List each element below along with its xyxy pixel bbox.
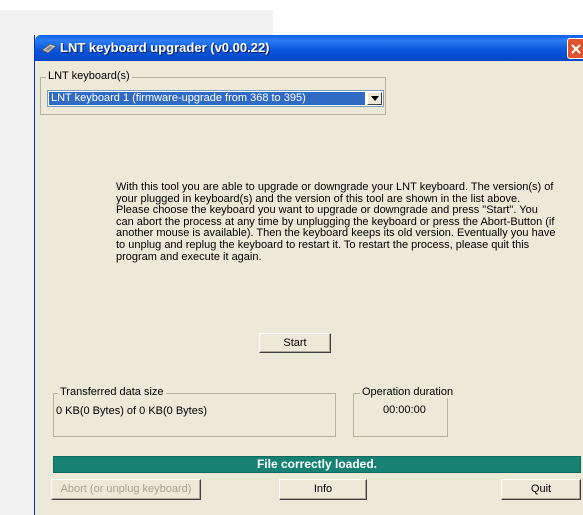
keyboard-app-icon bbox=[41, 41, 57, 55]
close-icon bbox=[571, 44, 581, 54]
status-bar: File correctly loaded. bbox=[53, 456, 581, 473]
transfer-value: 0 KB(0 Bytes) of 0 KB(0 Bytes) bbox=[56, 405, 208, 417]
start-button[interactable]: Start bbox=[259, 333, 331, 353]
transfer-group-label: Transferred data size bbox=[58, 386, 166, 398]
title-bar[interactable]: LNT keyboard upgrader (v0.00.22) bbox=[35, 35, 583, 61]
info-button[interactable]: Info bbox=[279, 479, 367, 500]
keyboards-group-label: LNT keyboard(s) bbox=[46, 70, 132, 82]
upgrader-window: LNT keyboard upgrader (v0.00.22) LNT key… bbox=[34, 35, 583, 515]
keyboard-select-value: LNT keyboard 1 (firmware-upgrade from 36… bbox=[49, 92, 365, 105]
dropdown-button[interactable] bbox=[367, 92, 382, 105]
description-text: With this tool you are able to upgrade o… bbox=[116, 181, 556, 263]
quit-button[interactable]: Quit bbox=[501, 479, 581, 500]
window-title: LNT keyboard upgrader (v0.00.22) bbox=[60, 40, 270, 55]
chevron-down-icon bbox=[371, 96, 379, 101]
keyboard-select[interactable]: LNT keyboard 1 (firmware-upgrade from 36… bbox=[47, 90, 384, 107]
close-button[interactable] bbox=[567, 38, 583, 59]
duration-value: 00:00:00 bbox=[383, 404, 426, 416]
abort-button[interactable]: Abort (or unplug keyboard) bbox=[51, 479, 201, 500]
duration-group-label: Operation duration bbox=[360, 386, 456, 398]
